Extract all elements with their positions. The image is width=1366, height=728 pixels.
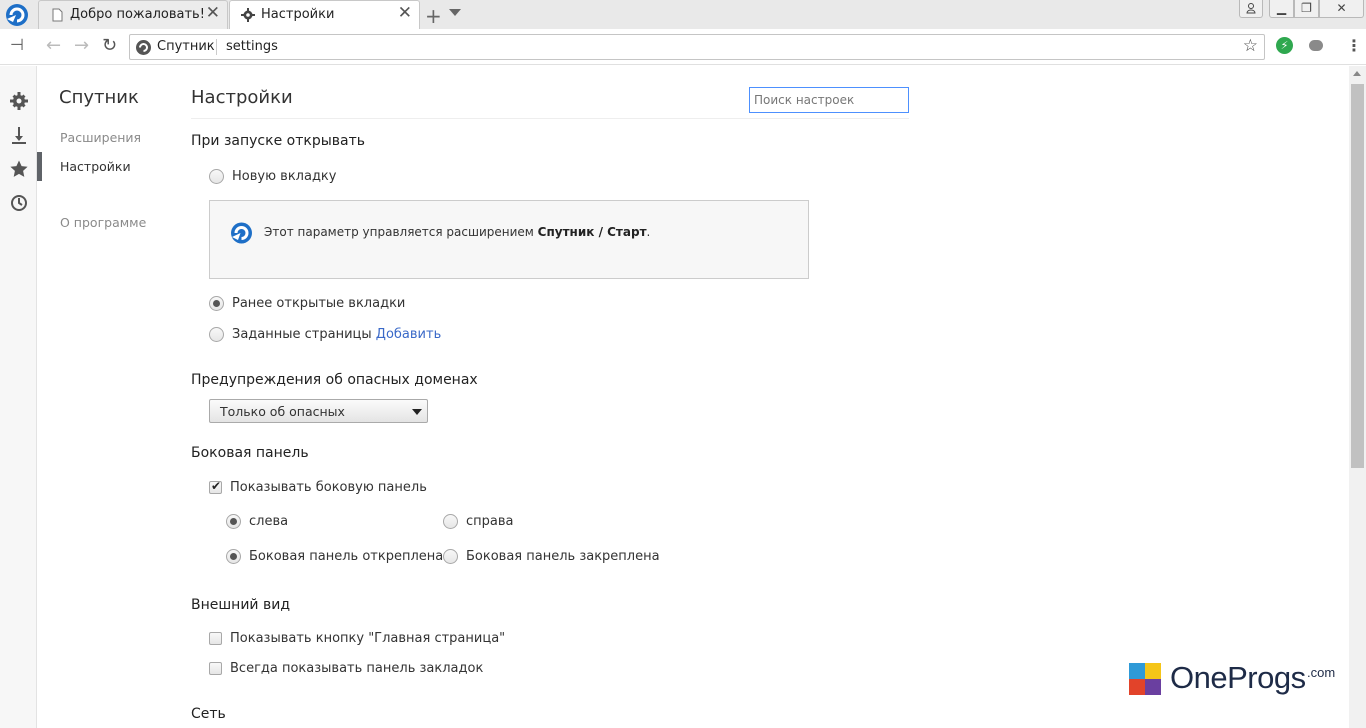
tab-strip: Добро пожаловать! ✕ Настройки ✕ + ▁ ❐ ✕ [0, 0, 1366, 30]
add-pages-link[interactable]: Добавить [376, 327, 441, 342]
tab-welcome[interactable]: Добро пожаловать! ✕ [38, 0, 228, 29]
tab-list-dropdown-icon[interactable] [449, 9, 461, 16]
restore-icon[interactable]: ❐ [1294, 0, 1319, 18]
oneprogs-logo-icon [1129, 663, 1161, 695]
extension-name: Спутник / Старт [537, 225, 647, 239]
show-side-panel-checkbox[interactable] [209, 479, 222, 494]
star-icon[interactable] [9, 159, 29, 179]
radio-specific-pages-label[interactable]: Заданные страницы Добавить [232, 327, 441, 342]
sputnik-logo-icon [136, 40, 151, 55]
section-side-panel-heading: Боковая панель [191, 445, 309, 461]
section-dangerous-heading: Предупреждения об опасных доменах [191, 372, 478, 388]
bookmarks-bar-label[interactable]: Всегда показывать панель закладок [230, 661, 483, 676]
gear-icon [241, 8, 255, 22]
show-side-panel-label[interactable]: Показывать боковую панель [230, 480, 427, 495]
select-value: Только об опасных [220, 404, 345, 419]
radio-new-tab-label[interactable]: Новую вкладку [232, 169, 336, 184]
forward-icon[interactable]: → [74, 37, 89, 55]
address-url[interactable]: settings [226, 39, 278, 54]
scrollbar-thumb[interactable] [1351, 84, 1364, 468]
close-icon[interactable]: ✕ [1319, 0, 1364, 18]
tab-title: Настройки [261, 7, 335, 22]
radio-panel-pinned[interactable] [443, 549, 458, 564]
bookmarks-bar-checkbox[interactable] [209, 662, 222, 675]
section-appearance-heading: Внешний вид [191, 597, 291, 613]
radio-panel-right[interactable] [443, 514, 458, 529]
oneprogs-watermark: OneProgs .com [1128, 660, 1338, 702]
chat-icon[interactable] [1309, 40, 1323, 51]
minimize-icon[interactable]: ▁ [1269, 0, 1294, 18]
reload-icon[interactable]: ↻ [102, 37, 117, 55]
nav-item-about[interactable]: О программе [60, 215, 146, 230]
home-button-label[interactable]: Показывать кнопку "Главная страница" [230, 631, 505, 646]
history-icon[interactable] [9, 193, 29, 213]
sputnik-logo-icon[interactable] [3, 2, 31, 28]
toolbar: ⊣ ← → ↻ Спутник settings ☆ [0, 29, 1366, 65]
person-icon[interactable] [1239, 0, 1263, 18]
radio-previous-tabs-label[interactable]: Ранее открытые вкладки [232, 296, 405, 311]
watermark-suffix: .com [1307, 665, 1336, 680]
radio-panel-unpinned-label[interactable]: Боковая панель откреплена [249, 549, 443, 564]
watermark-text: OneProgs [1170, 660, 1306, 695]
nav-item-settings[interactable]: Настройки [60, 159, 131, 174]
radio-panel-left-label[interactable]: слева [249, 514, 288, 529]
divider [191, 118, 909, 119]
nav-active-indicator [37, 152, 42, 181]
bookmark-star-icon[interactable]: ☆ [1243, 36, 1258, 56]
menu-icon[interactable]: ⋮ [1346, 38, 1362, 54]
page-title: Настройки [191, 87, 293, 108]
sputnik-logo-icon [231, 222, 252, 244]
scroll-up-icon[interactable] [1353, 71, 1361, 76]
nav-title: Спутник [59, 87, 139, 108]
pin-sidebar-icon[interactable]: ⊣ [10, 37, 24, 53]
home-button-checkbox[interactable] [209, 632, 222, 645]
new-tab-icon[interactable]: + [425, 4, 442, 28]
page-icon [52, 8, 63, 22]
radio-panel-pinned-label[interactable]: Боковая панель закреплена [466, 549, 660, 564]
chevron-down-icon [412, 409, 422, 415]
tab-title: Добро пожаловать! [70, 7, 205, 22]
nav-item-extensions[interactable]: Расширения [60, 130, 141, 145]
radio-previous-tabs[interactable] [209, 296, 224, 311]
close-tab-icon[interactable]: ✕ [206, 5, 220, 22]
tab-settings[interactable]: Настройки ✕ [229, 0, 420, 30]
search-input[interactable] [749, 87, 909, 113]
download-icon[interactable] [9, 125, 29, 145]
radio-new-tab[interactable] [209, 169, 224, 184]
section-network-heading: Сеть [191, 706, 226, 722]
back-icon[interactable]: ← [46, 37, 61, 55]
dangerous-domains-select[interactable]: Только об опасных [209, 399, 428, 423]
radio-panel-unpinned[interactable] [226, 549, 241, 564]
radio-panel-left[interactable] [226, 514, 241, 529]
extension-notice-text: Этот параметр управляется расширением Сп… [264, 225, 651, 239]
site-name: Спутник [157, 39, 215, 54]
address-bar[interactable]: Спутник settings ☆ [129, 34, 1265, 60]
address-separator [216, 39, 217, 55]
extension-icon[interactable]: ⚡ [1276, 37, 1293, 54]
side-panel [0, 66, 37, 728]
radio-specific-pages[interactable] [209, 327, 224, 342]
radio-panel-right-label[interactable]: справа [466, 514, 514, 529]
section-startup-heading: При запуске открывать [191, 133, 365, 149]
extension-notice: Этот параметр управляется расширением Сп… [209, 200, 809, 279]
settings-gear-icon[interactable] [9, 91, 29, 111]
close-tab-icon[interactable]: ✕ [398, 5, 412, 22]
